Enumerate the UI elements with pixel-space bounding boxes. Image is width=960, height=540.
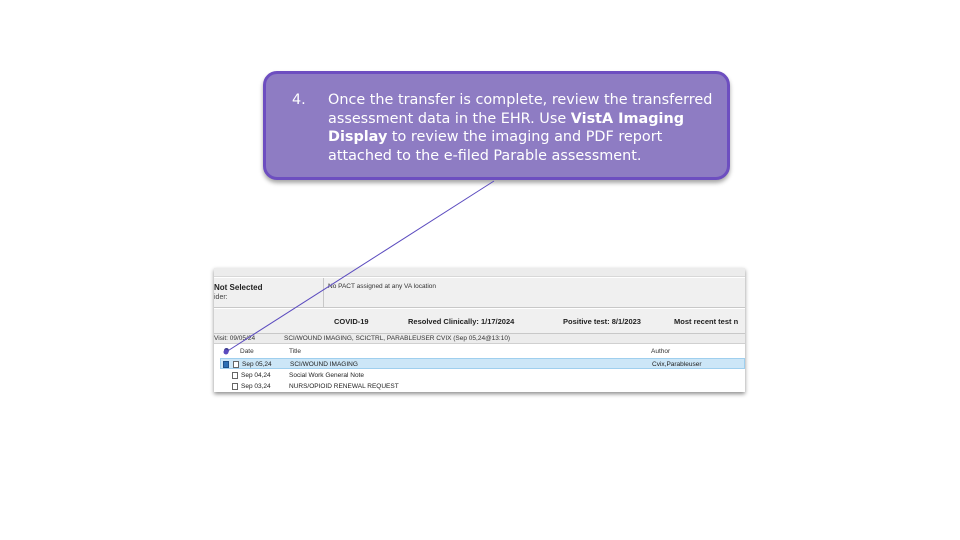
- patient-selection-panel[interactable]: Not Selected ider:: [214, 278, 324, 308]
- note-row[interactable]: Sep 03,24 NURS/OPIOID RENEWAL REQUEST: [220, 381, 745, 392]
- notes-list: Date Title Author Sep 05,24 SCI/WOUND IM…: [214, 345, 745, 392]
- note-row[interactable]: Sep 04,24 Social Work General Note: [220, 370, 745, 381]
- note-document-icon: [232, 383, 238, 390]
- covid-label: COVID-19: [334, 317, 369, 326]
- step-number: 4.: [292, 92, 306, 108]
- covid-status-bar[interactable]: COVID-19 Resolved Clinically: 1/17/2024 …: [214, 309, 745, 334]
- provider-label: ider:: [214, 294, 228, 301]
- column-title[interactable]: Title: [289, 348, 301, 355]
- note-title: Social Work General Note: [289, 372, 365, 379]
- pact-status[interactable]: No PACT assigned at any VA location: [328, 283, 436, 290]
- note-date: Sep 05,24: [242, 361, 272, 368]
- note-author: Cvix,Parableuser: [652, 361, 702, 368]
- note-date: Sep 03,24: [241, 383, 271, 390]
- sort-indicator-icon[interactable]: [224, 348, 229, 353]
- note-document-icon: [233, 361, 239, 368]
- notes-column-header: Date Title Author: [214, 345, 745, 358]
- visit-info-bar[interactable]: Visit: 09/05/24 SCI/WOUND IMAGING, SCICT…: [214, 334, 745, 344]
- note-row[interactable]: Sep 05,24 SCI/WOUND IMAGING Cvix,Parable…: [220, 358, 745, 369]
- ehr-top-strip: [214, 268, 745, 277]
- patient-info-bar: Not Selected ider: No PACT assigned at a…: [214, 278, 745, 308]
- selected-note-icon: [223, 361, 229, 368]
- note-document-icon: [232, 372, 238, 379]
- column-date[interactable]: Date: [240, 348, 254, 355]
- visit-detail: SCI/WOUND IMAGING, SCICTRL, PARABLEUSER …: [284, 335, 511, 342]
- column-author[interactable]: Author: [651, 348, 670, 355]
- patient-status: Not Selected: [214, 283, 263, 292]
- covid-recent-test: Most recent test n: [674, 317, 739, 326]
- covid-resolved: Resolved Clinically: 1/17/2024: [408, 317, 515, 326]
- note-title: SCI/WOUND IMAGING: [290, 361, 358, 368]
- covid-positive-test: Positive test: 8/1/2023: [563, 317, 641, 326]
- ehr-screenshot: Not Selected ider: No PACT assigned at a…: [214, 268, 745, 392]
- visit-label: Visit: 09/05/24: [214, 335, 256, 342]
- note-date: Sep 04,24: [241, 372, 271, 379]
- instruction-text: Once the transfer is complete, review th…: [328, 91, 720, 165]
- note-title: NURS/OPIOID RENEWAL REQUEST: [289, 383, 399, 390]
- instruction-callout: 4. Once the transfer is complete, review…: [263, 71, 730, 180]
